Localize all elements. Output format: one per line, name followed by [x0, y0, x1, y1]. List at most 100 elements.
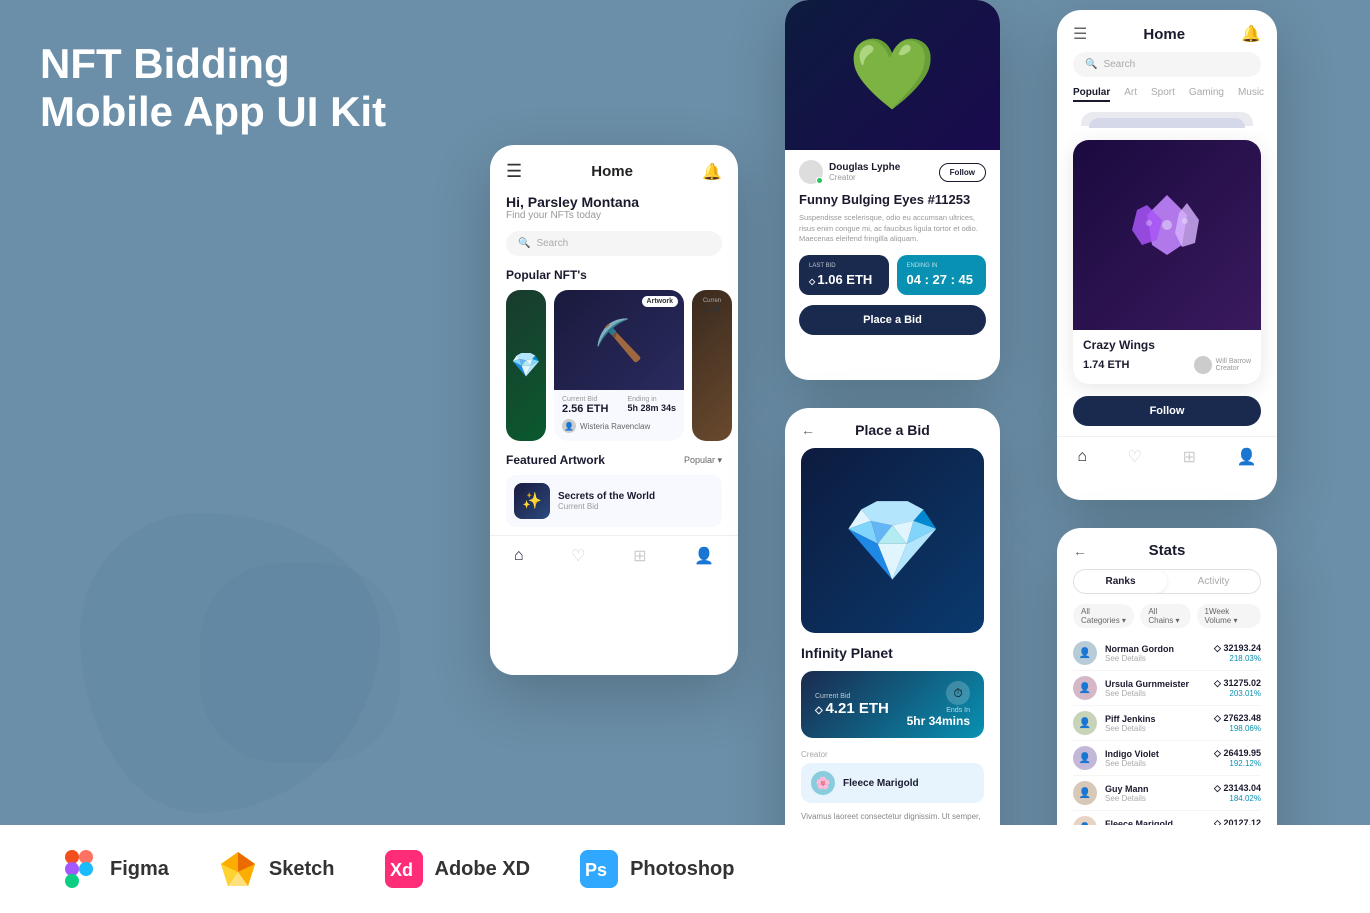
nav-user-icon[interactable]: 👤	[694, 546, 714, 566]
stats-amount: ◇ 26419.95	[1214, 748, 1261, 759]
phone-home-screen: ☰ Home 🔔 Hi, Parsley Montana Find your N…	[490, 145, 738, 675]
nav-grid-icon[interactable]: ⊞	[1183, 447, 1196, 467]
phone4-category-tabs: Popular Art Sport Gaming Music	[1057, 87, 1277, 112]
stats-detail: See Details	[1105, 759, 1206, 768]
tab-popular[interactable]: Popular	[1073, 87, 1110, 102]
nav-user-icon[interactable]: 👤	[1237, 447, 1257, 467]
phone5-header: ← Stats	[1057, 528, 1277, 569]
ranks-tab[interactable]: Ranks	[1074, 570, 1167, 593]
filter-categories[interactable]: All Categories ▾	[1073, 604, 1134, 628]
bell-icon[interactable]: 🔔	[702, 162, 722, 182]
ps-label: Photoshop	[630, 858, 734, 881]
stats-value: ◇ 31275.02 203.01%	[1214, 678, 1261, 698]
stats-avatar: 👤	[1073, 781, 1097, 805]
phone4-nft-card[interactable]: Crazy Wings 1.74 ETH Will Barrow Creator	[1073, 140, 1261, 384]
ps-icon: Ps	[580, 850, 618, 888]
creator-role-small: Creator	[1216, 365, 1251, 372]
ending-label: ENDING IN	[907, 263, 977, 269]
current-bid-label: Current Bid	[815, 693, 889, 700]
creator-section: Creator 🌸 Fleece Marigold	[801, 750, 984, 803]
nft-detail-content: Douglas Lyphe Creator Follow Funny Bulgi…	[785, 150, 1000, 345]
nft-card-image: ⛏️ Artwork	[554, 290, 684, 390]
nft-card-partial-right[interactable]: Curren 1.48	[692, 290, 732, 441]
place-bid-button[interactable]: Place a Bid	[799, 305, 986, 335]
bid-value: 2.56 ETH	[562, 403, 608, 415]
follow-button[interactable]: Follow	[939, 163, 986, 182]
nft-creator-price-row: 1.74 ETH Will Barrow Creator	[1083, 356, 1251, 374]
stats-back-icon[interactable]: ←	[1073, 543, 1087, 559]
tool-photoshop: Ps Photoshop	[580, 850, 734, 888]
search-icon: 🔍	[518, 238, 530, 249]
stats-value: ◇ 26419.95 192.12%	[1214, 748, 1261, 768]
nav-grid-icon[interactable]: ⊞	[633, 546, 646, 566]
sketch-label: Sketch	[269, 858, 335, 881]
phone1-header: ☰ Home 🔔	[490, 145, 738, 190]
tab-music[interactable]: Music	[1238, 87, 1264, 102]
hamburger-icon[interactable]: ☰	[1073, 24, 1087, 44]
stats-title: Stats	[1149, 542, 1186, 559]
nft-description: Suspendisse scelerisque, odio eu accumsa…	[799, 213, 986, 245]
stats-avatar: 👤	[1073, 641, 1097, 665]
sketch-icon	[219, 850, 257, 888]
stats-amount: ◇ 27623.48	[1214, 713, 1261, 724]
phone3-header: ← Place a Bid	[785, 408, 1000, 448]
phone-nft-detail-screen: 💚 Douglas Lyphe Creator Follow Funny Bul…	[785, 0, 1000, 380]
creator-name: Wisteria Ravenclaw	[580, 422, 650, 431]
filter-chains[interactable]: All Chains ▾	[1140, 604, 1190, 628]
creator-avatar: 👤	[562, 419, 576, 433]
featured-bid-label: Current Bid	[558, 502, 655, 511]
creator-label: Creator	[801, 750, 984, 759]
tab-art[interactable]: Art	[1124, 87, 1137, 102]
phone4-follow-button[interactable]: Follow	[1073, 396, 1261, 426]
tool-xd: Xd Adobe XD	[385, 850, 531, 888]
nft-card-main[interactable]: ⛏️ Artwork Current Bid 2.56 ETH Ending i…	[554, 290, 684, 441]
place-bid-nft-image: 💎	[801, 448, 984, 633]
filter-volume[interactable]: 1Week Volume ▾	[1197, 604, 1261, 628]
popular-filter-btn[interactable]: Popular ▾	[684, 455, 722, 466]
nav-heart-icon[interactable]: ♡	[1128, 447, 1142, 467]
nav-home-icon[interactable]: ⌂	[514, 547, 524, 565]
stats-row: 👤 Piff Jenkins See Details ◇ 27623.48 19…	[1073, 706, 1261, 741]
stats-info: Ursula Gurnmeister See Details	[1105, 679, 1206, 698]
stats-row: 👤 Guy Mann See Details ◇ 23143.04 184.02…	[1073, 776, 1261, 811]
nav-home-icon[interactable]: ⌂	[1077, 448, 1087, 466]
activity-tab[interactable]: Activity	[1167, 570, 1260, 593]
creator-role: Creator	[829, 173, 900, 182]
phone4-search-bar[interactable]: 🔍 Search	[1073, 52, 1261, 77]
phone4-header: ☰ Home 🔔	[1057, 10, 1277, 52]
featured-item[interactable]: ✨ Secrets of the World Current Bid	[506, 475, 722, 527]
stats-detail: See Details	[1105, 654, 1206, 663]
stats-value: ◇ 23143.04 184.02%	[1214, 783, 1261, 803]
menu-icon[interactable]: ☰	[506, 161, 522, 182]
artwork-badge: Artwork	[642, 296, 678, 307]
stats-row: 👤 Norman Gordon See Details ◇ 32193.24 2…	[1073, 636, 1261, 671]
creator-avatar	[799, 160, 823, 184]
place-bid-nft-name: Infinity Planet	[785, 645, 1000, 671]
stats-name: Indigo Violet	[1105, 749, 1206, 759]
greeting-text: Hi, Parsley Montana	[506, 194, 722, 210]
featured-header: Featured Artwork Popular ▾	[506, 453, 722, 467]
stats-change: 203.01%	[1214, 689, 1261, 698]
phone1-search-bar[interactable]: 🔍 Search	[506, 231, 722, 256]
stats-detail: See Details	[1105, 794, 1206, 803]
stats-row: 👤 Indigo Violet See Details ◇ 26419.95 1…	[1073, 741, 1261, 776]
stats-name: Norman Gordon	[1105, 644, 1206, 654]
current-bid-label: Current Bid	[562, 396, 608, 403]
tab-gaming[interactable]: Gaming	[1189, 87, 1224, 102]
greeting-subtitle: Find your NFTs today	[506, 210, 722, 221]
nft-card-partial[interactable]: 💎	[506, 290, 546, 441]
stats-amount: ◇ 23143.04	[1214, 783, 1261, 794]
stats-detail: See Details	[1105, 724, 1206, 733]
back-arrow-icon[interactable]: ←	[801, 422, 815, 438]
featured-img: ✨	[514, 483, 550, 519]
nav-heart-icon[interactable]: ♡	[571, 546, 585, 566]
notification-icon[interactable]: 🔔	[1241, 24, 1261, 44]
stats-detail: See Details	[1105, 689, 1206, 698]
stats-info: Guy Mann See Details	[1105, 784, 1206, 803]
svg-text:Ps: Ps	[585, 860, 607, 880]
ending-box: ENDING IN 04 : 27 : 45	[897, 255, 987, 295]
tab-sport[interactable]: Sport	[1151, 87, 1175, 102]
ends-label: Ends In	[907, 707, 970, 714]
creator-row: 🌸 Fleece Marigold	[801, 763, 984, 803]
hero-title: NFT Bidding Mobile App UI Kit	[40, 40, 386, 137]
